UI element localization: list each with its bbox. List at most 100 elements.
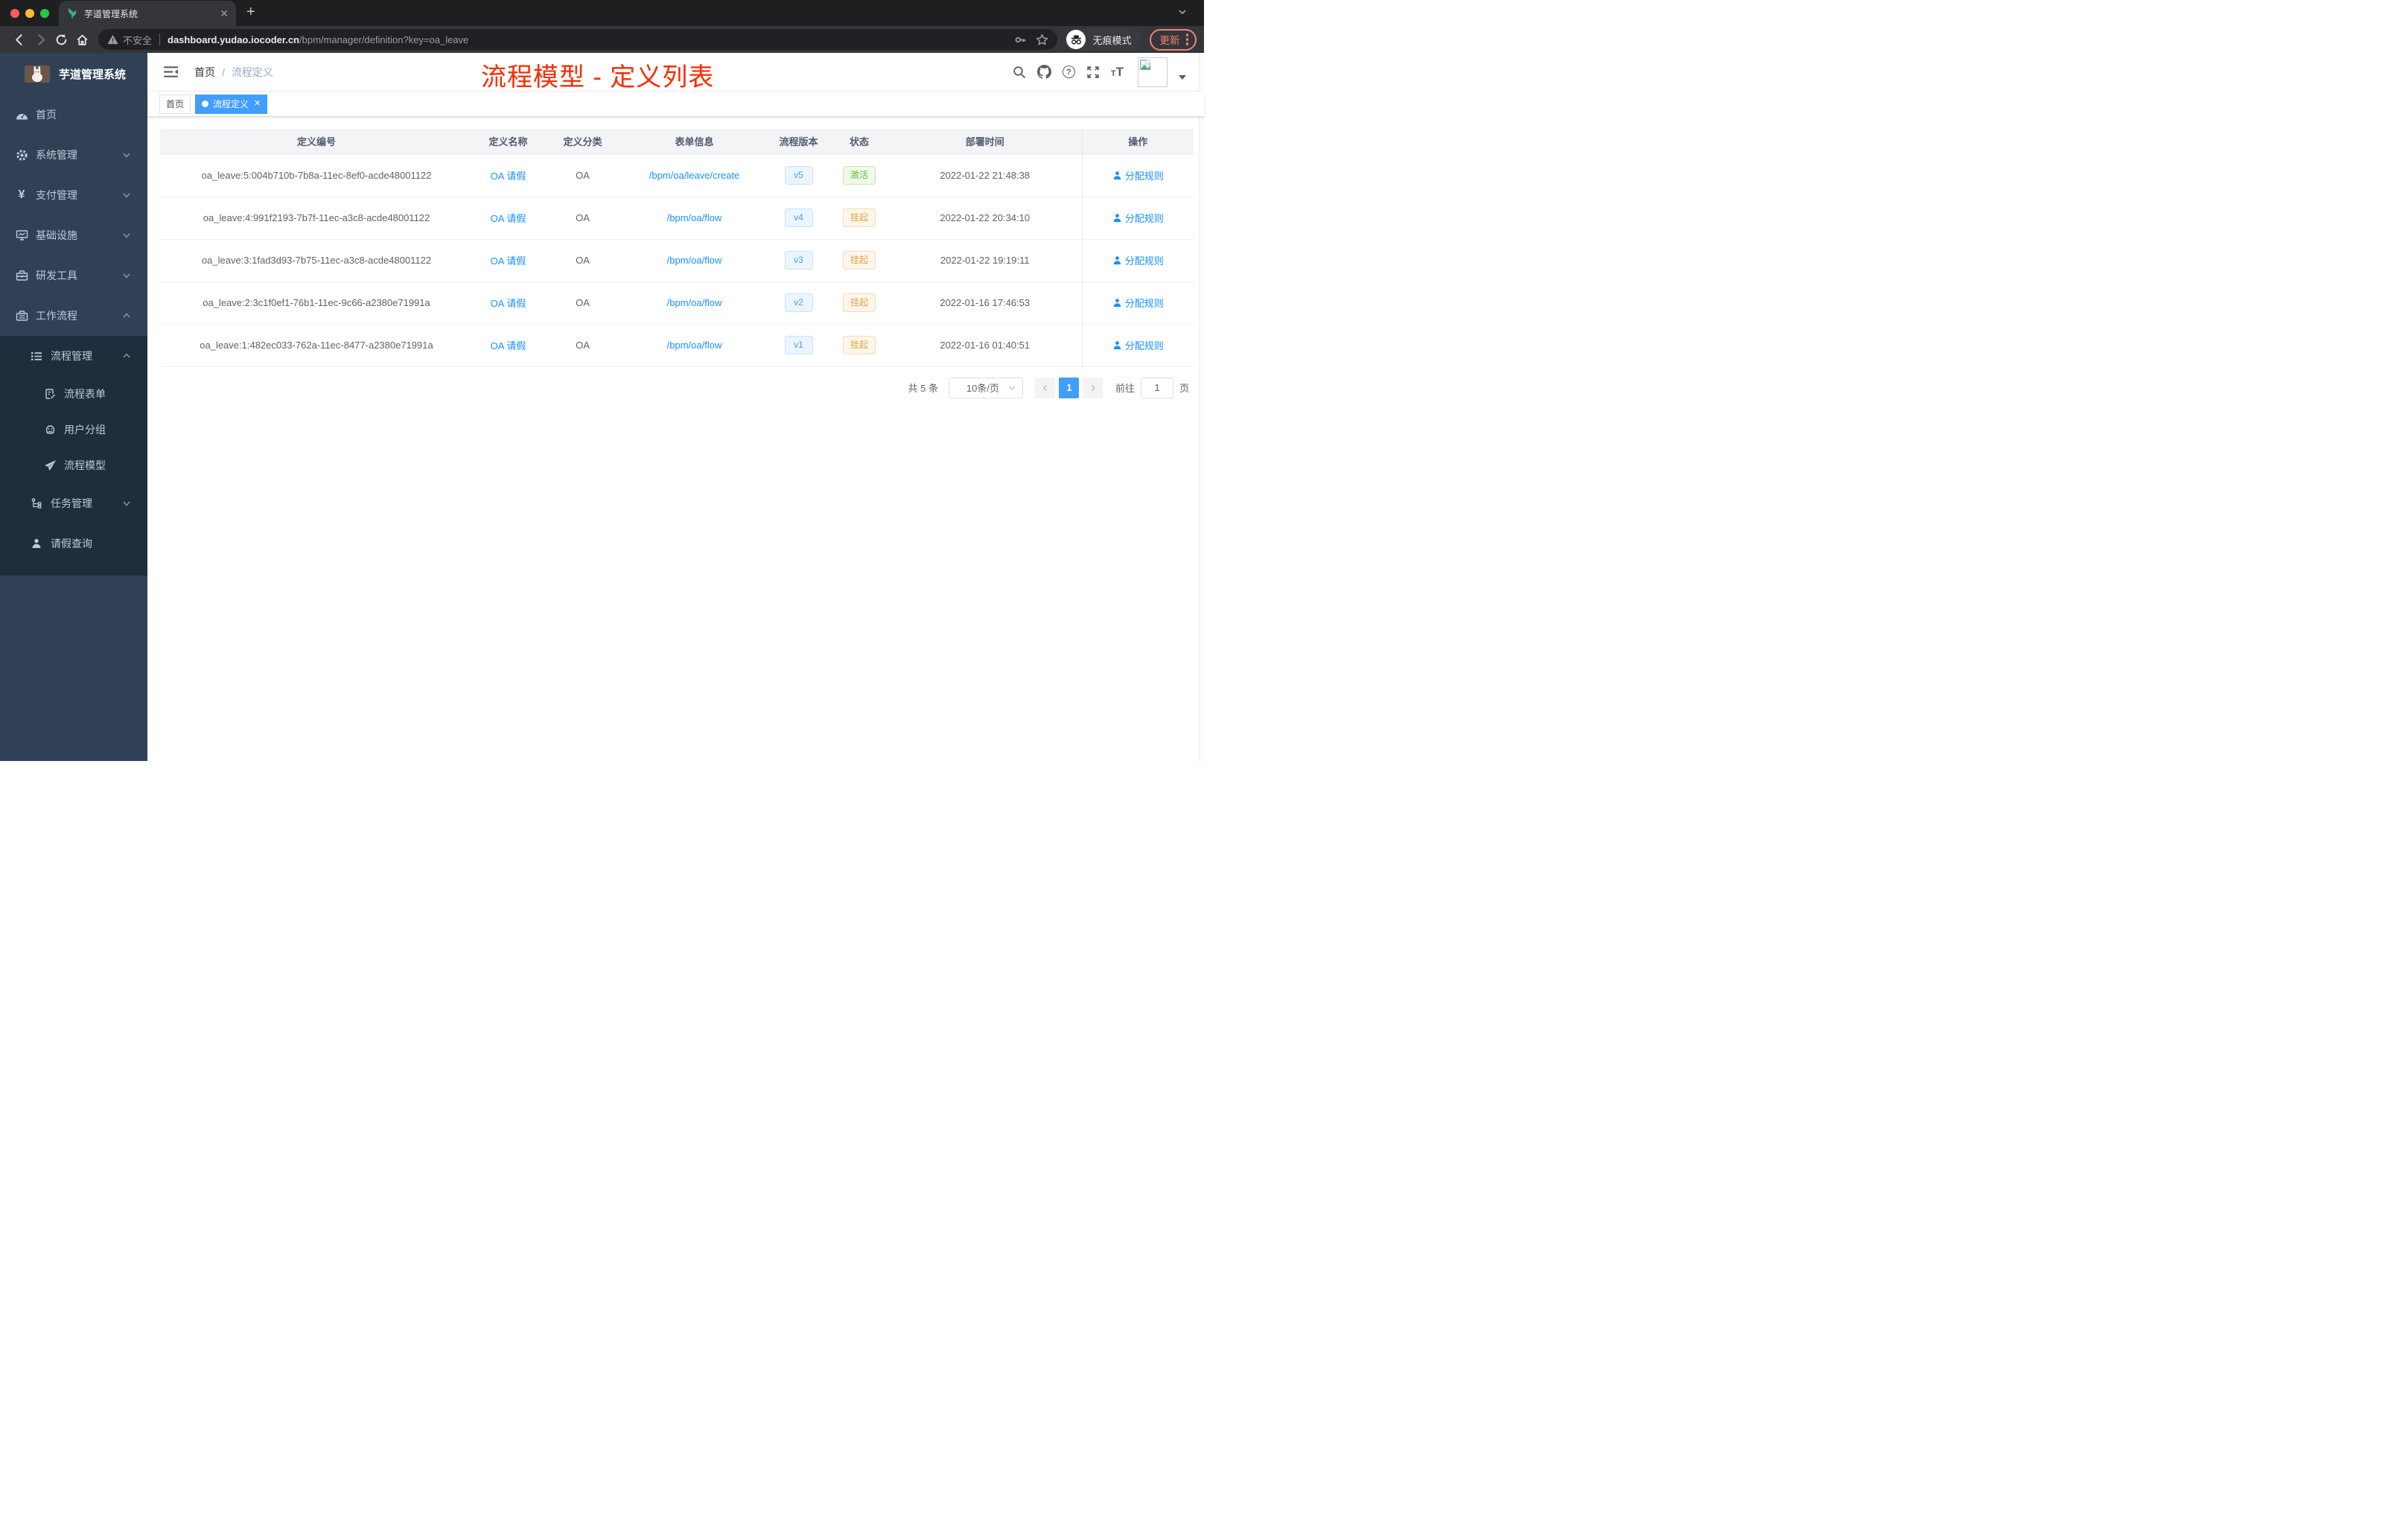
breadcrumb: 首页 / 流程定义 [194,65,273,80]
fullscreen-icon[interactable] [1086,66,1100,79]
definition-name-link[interactable]: OA 请假 [491,340,526,351]
bookmark-star-icon[interactable] [1036,34,1048,46]
sidebar-item-process-model[interactable]: 流程模型 [0,448,147,483]
sidebar-item-label: 研发工具 [36,270,77,281]
sidebar-item-label: 基础设施 [36,229,77,241]
table-row: oa_leave:3:1fad3d93-7b75-11ec-a3c8-acde4… [160,239,1194,282]
tab-title: 芋道管理系统 [84,8,138,19]
deploy-time-cell: 2022-01-22 20:34:10 [888,197,1082,240]
table-row: oa_leave:4:991f2193-7b7f-11ec-a3c8-acde4… [160,197,1194,240]
tags-view-bar: 首页 流程定义 ✕ [147,92,1204,117]
tab-close-icon[interactable]: ✕ [220,7,229,20]
page-size-select[interactable]: 10条/页 [948,377,1023,398]
browser-update-button[interactable]: 更新 [1149,28,1197,51]
assign-rule-button[interactable]: 分配规则 [1112,296,1164,310]
definition-name-link[interactable]: OA 请假 [491,213,526,224]
password-key-icon[interactable] [1014,34,1027,46]
sidebar-item-process-form[interactable]: 流程表单 [0,376,147,412]
form-info-link[interactable]: /bpm/oa/flow [667,255,722,266]
home-button[interactable] [71,29,92,50]
sidebar-item-label: 支付管理 [36,189,77,201]
goto-page-input[interactable] [1140,377,1173,398]
sidebar-item-process-management[interactable]: 流程管理 [0,336,147,376]
pagination-total: 共 5 条 [908,383,938,394]
status-badge: 激活 [842,166,876,185]
assign-rule-button[interactable]: 分配规则 [1112,168,1164,182]
assign-rule-button[interactable]: 分配规则 [1112,211,1164,225]
active-dot-icon [202,101,209,107]
category-cell: OA [544,239,622,282]
tree-icon [30,497,43,509]
deploy-time-cell: 2022-01-16 01:40:51 [888,324,1082,367]
form-info-link[interactable]: /bpm/oa/flow [667,297,722,308]
sidebar-item-leave-query[interactable]: 请假查询 [0,523,147,564]
forward-button[interactable] [30,29,51,50]
warning-icon [107,34,118,45]
back-button[interactable] [9,29,30,50]
reload-button[interactable] [51,29,71,50]
tab-overflow-chevron-icon[interactable] [1177,7,1188,21]
security-label[interactable]: 不安全 [123,33,152,47]
next-page-button[interactable] [1083,377,1103,398]
sidebar-item-label: 首页 [36,109,57,121]
app-title: 芋道管理系统 [59,68,127,81]
list-icon [30,351,43,362]
app-logo[interactable]: 芋道管理系统 [0,53,147,95]
chevron-down-icon [1008,386,1015,390]
github-icon[interactable] [1036,65,1051,79]
search-icon[interactable] [1013,66,1026,79]
sidebar-toggle-hamburger-icon[interactable] [158,66,184,78]
sidebar-item-infrastructure[interactable]: 基础设施 [0,215,147,255]
font-size-icon[interactable]: TT [1111,66,1124,79]
assign-rule-button[interactable]: 分配规则 [1112,338,1164,352]
sidebar-item-system[interactable]: 系统管理 [0,135,147,175]
col-actions: 操作 [1081,129,1194,155]
definition-name-link[interactable]: OA 请假 [491,298,526,309]
sidebar-item-task-management[interactable]: 任务管理 [0,483,147,523]
sidebar-item-label: 任务管理 [51,497,92,509]
prev-page-button[interactable] [1035,377,1056,398]
sidebar-item-home[interactable]: 首页 [0,95,147,135]
sidebar-item-user-group[interactable]: 用户分组 [0,412,147,448]
form-info-link[interactable]: /bpm/oa/flow [667,212,722,223]
definition-name-link[interactable]: OA 请假 [491,255,526,267]
definition-table: 定义编号 定义名称 定义分类 表单信息 流程版本 状态 部署时间 操作 oa_l [160,129,1194,367]
page-number-button[interactable]: 1 [1059,377,1080,398]
tag-close-icon[interactable]: ✕ [254,100,261,108]
main-area: 首页 / 流程定义 流程模型 - 定义列表 ? TT 首页 流程定义 ✕ 定义编… [147,53,1204,761]
breadcrumb-current: 流程定义 [231,66,273,78]
url-bar[interactable]: 不安全 dashboard.yudao.iocoder.cn/bpm/manag… [98,29,1058,50]
help-icon[interactable]: ? [1062,66,1075,78]
definition-name-link[interactable]: OA 请假 [491,171,526,182]
col-process-version: 流程版本 [767,129,830,155]
scrollbar-gutter[interactable] [1199,53,1204,761]
maximize-window-button[interactable] [40,9,49,18]
form-info-link[interactable]: /bpm/oa/flow [667,340,722,351]
screen: 芋道管理系统 ✕ + 不安全 dashboard.yudao.iocoder.c… [0,0,1204,761]
browser-toolbar: 不安全 dashboard.yudao.iocoder.cn/bpm/manag… [0,26,1204,53]
close-window-button[interactable] [10,9,19,18]
sidebar-item-workflow[interactable]: 工作流程 [0,296,147,336]
chevron-down-icon [122,271,131,280]
minimize-window-button[interactable] [25,9,34,18]
sidebar-item-dev-tools[interactable]: 研发工具 [0,255,147,296]
version-badge: v2 [784,293,813,312]
tag-process-definition[interactable]: 流程定义 ✕ [195,94,268,114]
dashboard-icon [15,109,28,121]
version-badge: v1 [784,336,813,354]
new-tab-button[interactable]: + [246,1,255,26]
avatar[interactable] [1138,57,1168,87]
form-icon [43,388,57,400]
browser-menu-icon[interactable] [1185,34,1188,45]
version-badge: v4 [784,208,813,227]
status-badge: 挂起 [842,336,876,354]
form-info-link[interactable]: /bpm/oa/leave/create [649,170,739,181]
tag-home[interactable]: 首页 [159,94,191,114]
browser-tab[interactable]: 芋道管理系统 ✕ [59,1,236,26]
avatar-dropdown-caret-icon[interactable] [1179,74,1186,80]
definition-id-cell: oa_leave:1:482ec033-762a-11ec-8477-a2380… [160,324,473,367]
sidebar-item-payment[interactable]: ¥ 支付管理 [0,175,147,215]
browser-chrome: 芋道管理系统 ✕ + 不安全 dashboard.yudao.iocoder.c… [0,0,1204,53]
assign-rule-button[interactable]: 分配规则 [1112,253,1164,267]
breadcrumb-home[interactable]: 首页 [194,65,215,80]
